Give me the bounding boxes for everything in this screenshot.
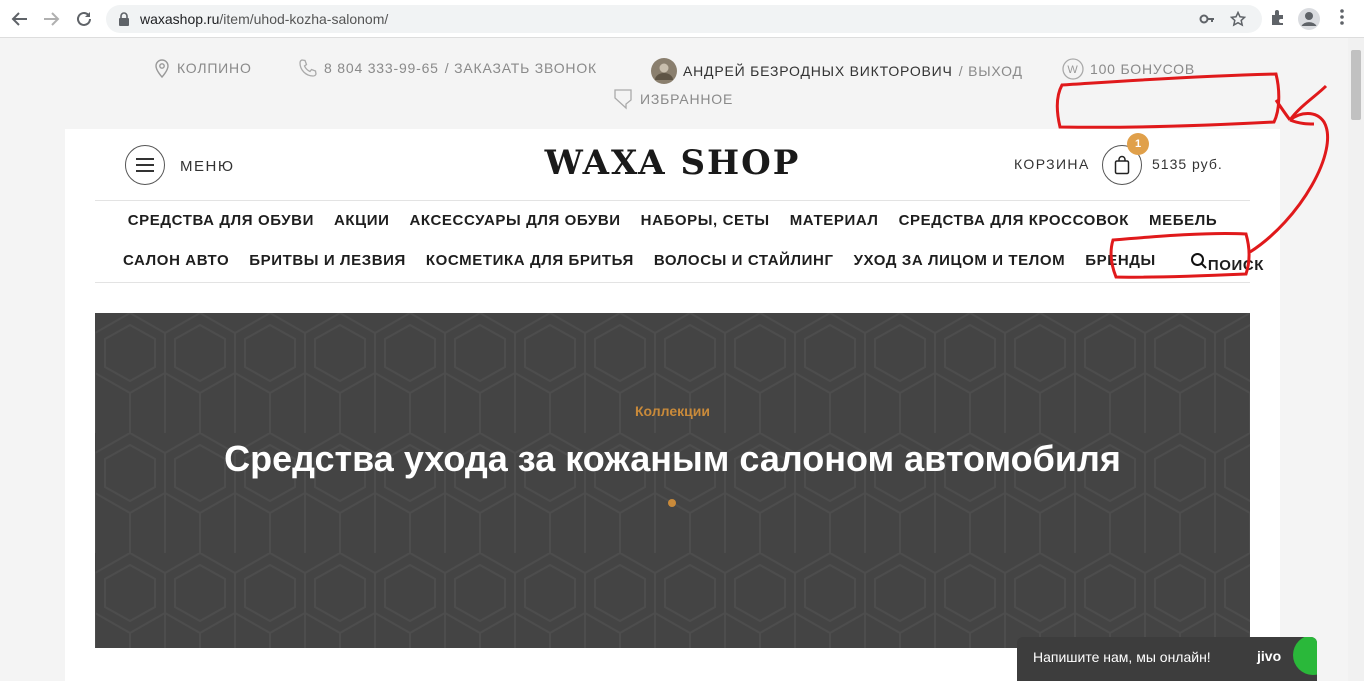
- cart-sum: 5135 руб.: [1152, 156, 1223, 172]
- nav-item[interactable]: СРЕДСТВА ДЛЯ ОБУВИ: [128, 212, 314, 229]
- reload-icon: [77, 11, 91, 26]
- nav-item[interactable]: НАБОРЫ, СЕТЫ: [641, 212, 770, 229]
- nav-item[interactable]: АКСЕССУАРЫ ДЛЯ ОБУВИ: [409, 212, 620, 229]
- chat-text: Напишите нам, мы онлайн!: [1033, 649, 1211, 665]
- cart-count-badge: 1: [1127, 133, 1149, 155]
- page-scrollbar[interactable]: [1348, 38, 1364, 681]
- nav-item[interactable]: БРИТВЫ И ЛЕЗВИЯ: [249, 252, 406, 274]
- extensions-icon[interactable]: [1269, 8, 1287, 26]
- lock-icon: [119, 12, 129, 26]
- user-name[interactable]: АНДРЕЙ БЕЗРОДНЫХ ВИКТОРОВИЧ: [683, 63, 953, 79]
- arrow-right-icon: [44, 12, 60, 26]
- key-icon[interactable]: [1199, 11, 1215, 27]
- search-button[interactable]: ПОИСК: [1190, 252, 1264, 274]
- scroll-thumb[interactable]: [1351, 50, 1361, 120]
- nav-item[interactable]: САЛОН АВТО: [123, 252, 229, 274]
- main-card: МЕНЮ WAXA SHOP КОРЗИНА 1 5135 руб. СРЕДС…: [65, 129, 1280, 681]
- phone-icon: [299, 59, 317, 77]
- chat-brand: jivo: [1257, 648, 1282, 664]
- favorites-link[interactable]: ИЗБРАННОЕ: [612, 88, 733, 110]
- hero-banner: Коллекции Средства ухода за кожаным сало…: [95, 313, 1250, 648]
- city-selector[interactable]: КОЛПИНО: [153, 58, 252, 78]
- nav-item[interactable]: КОСМЕТИКА ДЛЯ БРИТЬЯ: [426, 252, 634, 274]
- user-block: АНДРЕЙ БЕЗРОДНЫХ ВИКТОРОВИЧ / ВЫХОД: [651, 58, 1023, 84]
- phone-block: 8 804 333-99-65 / ЗАКАЗАТЬ ЗВОНОК: [298, 58, 597, 78]
- arrow-left-icon: [11, 12, 27, 26]
- search-icon: [1190, 253, 1207, 269]
- nav-item[interactable]: МАТЕРИАЛ: [790, 212, 879, 229]
- hero-pattern: [95, 313, 1250, 648]
- hero-subtitle[interactable]: Коллекции: [95, 403, 1250, 419]
- reload-button[interactable]: [73, 8, 95, 30]
- callback-link[interactable]: / ЗАКАЗАТЬ ЗВОНОК: [445, 60, 597, 76]
- favorites-label: ИЗБРАННОЕ: [640, 91, 734, 107]
- nav-divider: [95, 282, 1250, 283]
- bonus-block[interactable]: W 100 БОНУСОВ: [1062, 58, 1195, 80]
- url-text: waxashop.ru/item/uhod-kozha-salonom/: [140, 11, 389, 27]
- nav-item[interactable]: СРЕДСТВА ДЛЯ КРОССОВОК: [899, 212, 1129, 229]
- nav-item[interactable]: БРЕНДЫ: [1085, 252, 1156, 274]
- site-logo[interactable]: WAXA SHOP: [65, 143, 1280, 183]
- forward-button[interactable]: [40, 8, 62, 30]
- nav-row-primary: СРЕДСТВА ДЛЯ ОБУВИ АКЦИИ АКСЕССУАРЫ ДЛЯ ОБ…: [95, 212, 1250, 229]
- city-label: КОЛПИНО: [177, 60, 252, 76]
- nav-item[interactable]: АКЦИИ: [334, 212, 390, 229]
- star-icon[interactable]: [1230, 11, 1246, 27]
- logout-link[interactable]: / ВЫХОД: [959, 63, 1023, 79]
- shopping-bag-icon: [1114, 155, 1130, 175]
- nav-item[interactable]: УХОД ЗА ЛИЦОМ И ТЕЛОМ: [854, 252, 1066, 274]
- chat-status-indicator: [1293, 637, 1317, 675]
- svg-text:W: W: [1067, 64, 1078, 76]
- bonus-coin-icon: W: [1062, 58, 1084, 80]
- search-label: ПОИСК: [1207, 257, 1265, 274]
- nav-row-secondary: САЛОН АВТО БРИТВЫ И ЛЕЗВИЯ КОСМЕТИКА ДЛЯ Б…: [95, 252, 1263, 274]
- nav-item[interactable]: ВОЛОСЫ И СТАЙЛИНГ: [654, 252, 834, 274]
- hero-title: Средства ухода за кожаным салоном автомо…: [224, 438, 1121, 479]
- browser-toolbar: waxashop.ru/item/uhod-kozha-salonom/: [0, 0, 1364, 38]
- bookmark-icon: [614, 89, 632, 110]
- chat-widget[interactable]: Напишите нам, мы онлайн! jivo: [1017, 637, 1317, 681]
- phone-number[interactable]: 8 804 333-99-65: [324, 60, 439, 76]
- back-button[interactable]: [9, 8, 31, 30]
- hero-dot: [668, 499, 676, 507]
- more-vert-icon[interactable]: [1334, 8, 1350, 26]
- nav-item[interactable]: МЕБЕЛЬ: [1149, 212, 1217, 229]
- profile-icon[interactable]: [1298, 8, 1320, 30]
- header-divider: [95, 200, 1250, 201]
- bonus-label: 100 БОНУСОВ: [1090, 61, 1196, 77]
- address-bar[interactable]: waxashop.ru/item/uhod-kozha-salonom/: [106, 5, 1262, 33]
- location-pin-icon: [155, 59, 169, 78]
- cart-label[interactable]: КОРЗИНА: [1014, 156, 1090, 172]
- avatar[interactable]: [651, 58, 677, 84]
